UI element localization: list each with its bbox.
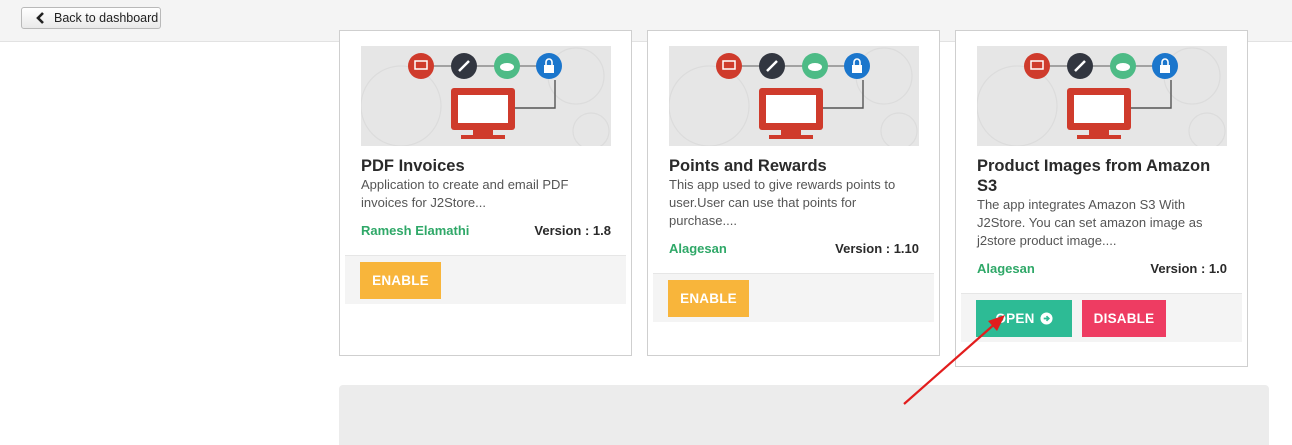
- annotation-arrow-icon: [903, 315, 1005, 405]
